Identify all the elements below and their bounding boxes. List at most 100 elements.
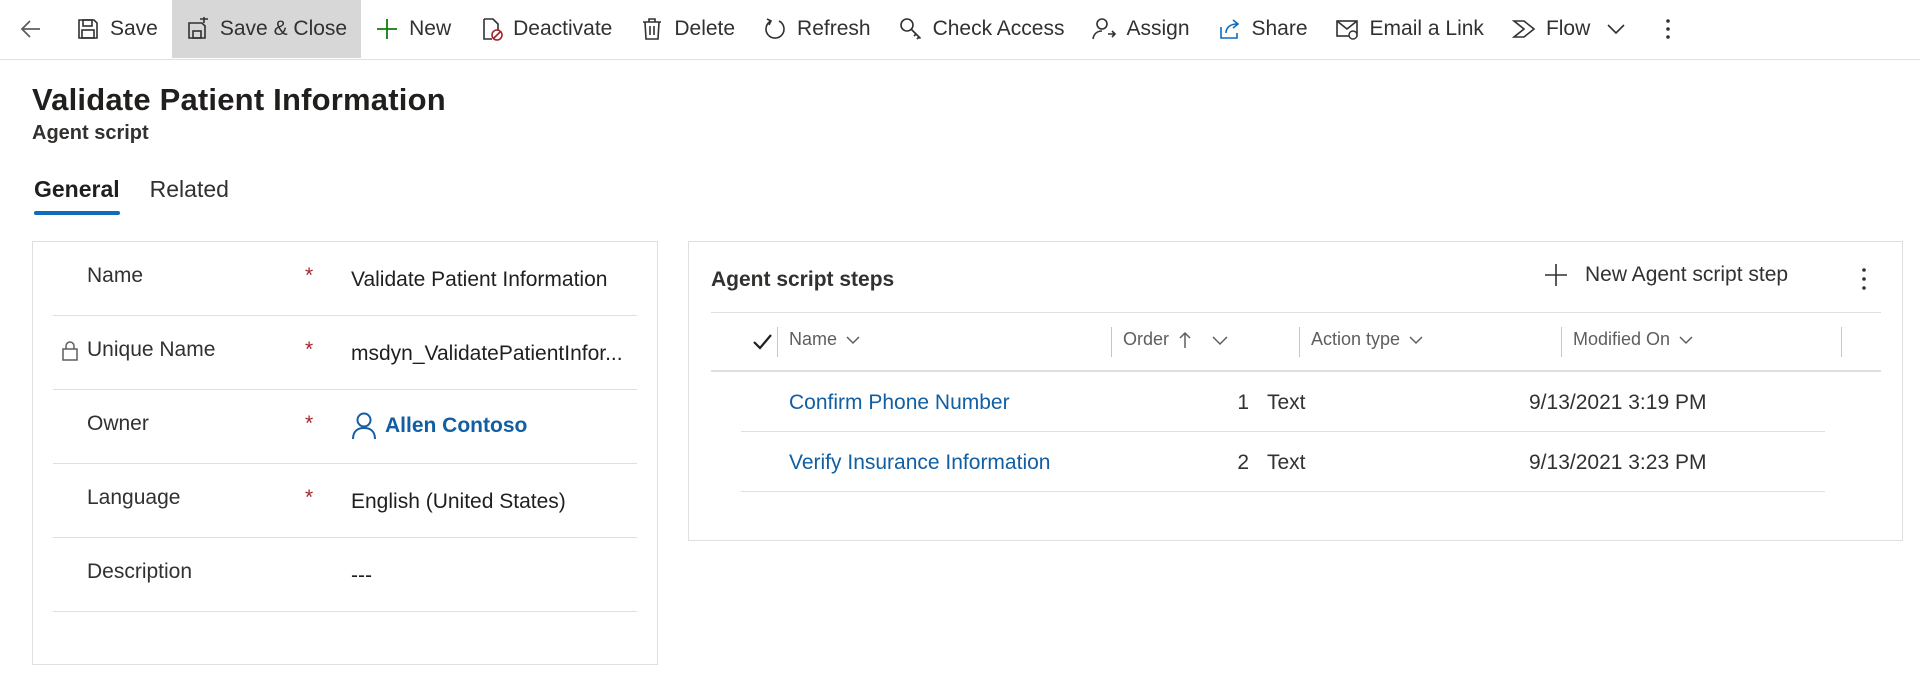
- deactivate-icon: [483, 18, 503, 41]
- more-commands-button[interactable]: [1638, 0, 1698, 58]
- refresh-label: Refresh: [797, 17, 871, 40]
- column-header-order[interactable]: Order: [1123, 329, 1229, 350]
- new-step-label: New Agent script step: [1585, 263, 1789, 286]
- step-action-type: Text: [1267, 451, 1306, 474]
- column-separator: [1841, 327, 1842, 357]
- column-header-name[interactable]: Name: [789, 329, 861, 350]
- column-header-modified-on[interactable]: Modified On: [1573, 329, 1694, 350]
- deactivate-label: Deactivate: [513, 17, 613, 40]
- owner-name: Allen Contoso: [385, 414, 528, 437]
- step-modified-on: 9/13/2021 3:23 PM: [1529, 451, 1707, 474]
- chevron-down-icon: [846, 335, 860, 344]
- field-label: Name: [87, 264, 144, 287]
- save-close-label: Save & Close: [219, 17, 348, 40]
- flow-icon: [1511, 20, 1536, 38]
- delete-button[interactable]: Delete: [626, 0, 749, 58]
- plus-icon: [1545, 264, 1567, 286]
- field-row-owner: Owner * Allen Contoso: [53, 390, 637, 464]
- back-button[interactable]: [0, 0, 62, 58]
- field-row-unique-name: Unique Name * msdyn_ValidatePatientInfor…: [53, 316, 637, 390]
- column-header-label: Name: [789, 329, 838, 349]
- tab-list: General Related: [34, 176, 229, 215]
- new-button[interactable]: New: [361, 0, 465, 58]
- flow-label: Flow: [1545, 17, 1591, 40]
- share-icon: [1219, 19, 1239, 39]
- step-name-link[interactable]: Confirm Phone Number: [789, 391, 1010, 415]
- delete-label: Delete: [674, 17, 736, 40]
- more-vertical-icon: [1666, 19, 1671, 39]
- plus-icon: [377, 19, 398, 39]
- agent-script-steps-subgrid: Agent script steps New Agent script step…: [688, 241, 1903, 541]
- flow-dropdown-button[interactable]: [1604, 0, 1638, 58]
- step-order: 2: [1237, 451, 1249, 474]
- field-row-description: Description ---: [53, 538, 637, 612]
- save-and-close-button[interactable]: Save & Close: [171, 0, 362, 58]
- table-row[interactable]: Confirm Phone Number 1 Text 9/13/2021 3:…: [741, 372, 1825, 432]
- column-header-action-type[interactable]: Action type: [1311, 329, 1424, 350]
- assign-label: Assign: [1126, 17, 1190, 40]
- field-row-name: Name * Validate Patient Information: [53, 242, 637, 316]
- chevron-down-icon: [1607, 24, 1625, 35]
- subgrid-more-icon[interactable]: [1849, 262, 1879, 296]
- save-button[interactable]: Save: [62, 0, 172, 58]
- page-title: Validate Patient Information: [32, 82, 446, 117]
- step-name-link[interactable]: Verify Insurance Information: [789, 451, 1050, 475]
- new-agent-script-step-button[interactable]: New Agent script step: [1543, 262, 1788, 288]
- owner-lookup-link[interactable]: Allen Contoso: [351, 412, 633, 440]
- arrow-left-icon: [20, 20, 40, 38]
- column-header-label: Action type: [1311, 329, 1401, 349]
- column-separator: [1111, 327, 1112, 357]
- name-field[interactable]: Validate Patient Information: [351, 268, 633, 292]
- sort-ascending-icon: [1179, 331, 1191, 348]
- field-label: Language: [87, 486, 181, 509]
- field-label: Owner: [87, 412, 149, 435]
- refresh-icon: [765, 18, 785, 39]
- language-field[interactable]: English (United States): [351, 490, 633, 514]
- deactivate-button[interactable]: Deactivate: [465, 0, 626, 58]
- command-bar: Save Save & Close New Deactivate Delete …: [0, 0, 1920, 60]
- required-indicator: *: [305, 412, 314, 435]
- save-label: Save: [110, 17, 158, 40]
- trash-icon: [643, 18, 662, 40]
- column-separator: [1299, 327, 1300, 357]
- field-label: Description: [87, 560, 193, 583]
- column-separator: [1561, 327, 1562, 357]
- step-action-type: Text: [1267, 391, 1306, 414]
- tab-related[interactable]: Related: [150, 176, 229, 213]
- assign-button[interactable]: Assign: [1078, 0, 1203, 58]
- share-button[interactable]: Share: [1204, 0, 1322, 58]
- check-access-label: Check Access: [932, 17, 1065, 40]
- key-search-icon: [899, 18, 921, 40]
- tab-general[interactable]: General: [34, 176, 120, 215]
- description-field[interactable]: ---: [351, 564, 633, 588]
- chevron-down-icon: [1212, 335, 1228, 345]
- required-indicator: *: [305, 338, 314, 361]
- entity-type-label: Agent script: [32, 122, 149, 144]
- person-icon: [352, 412, 376, 440]
- required-indicator: *: [305, 264, 314, 287]
- save-close-icon: [188, 17, 208, 39]
- email-link-button[interactable]: Email a Link: [1322, 0, 1498, 58]
- owner-field: Allen Contoso: [351, 412, 633, 440]
- subgrid-header-row: Name Order Action type Modified On: [711, 312, 1881, 372]
- subgrid-title: Agent script steps: [711, 268, 895, 291]
- column-header-label: Order: [1123, 329, 1170, 349]
- flow-button[interactable]: Flow: [1498, 0, 1604, 58]
- save-icon: [78, 19, 98, 39]
- check-access-button[interactable]: Check Access: [885, 0, 1079, 58]
- email-link-label: Email a Link: [1369, 17, 1484, 40]
- email-link-icon: [1335, 20, 1358, 40]
- table-row[interactable]: Verify Insurance Information 2 Text 9/13…: [741, 432, 1825, 492]
- person-assign-icon: [1092, 18, 1117, 40]
- chevron-down-icon: [1679, 335, 1693, 344]
- chevron-down-icon: [1409, 335, 1423, 344]
- unique-name-field: msdyn_ValidatePatientInfor...: [351, 342, 623, 365]
- select-all-checkmark-icon[interactable]: [751, 331, 773, 353]
- column-header-label: Modified On: [1573, 329, 1671, 349]
- share-label: Share: [1251, 17, 1308, 40]
- field-row-language: Language * English (United States): [53, 464, 637, 538]
- new-label: New: [409, 17, 452, 40]
- refresh-button[interactable]: Refresh: [749, 0, 885, 58]
- lock-icon: [62, 341, 78, 361]
- required-indicator: *: [305, 486, 314, 509]
